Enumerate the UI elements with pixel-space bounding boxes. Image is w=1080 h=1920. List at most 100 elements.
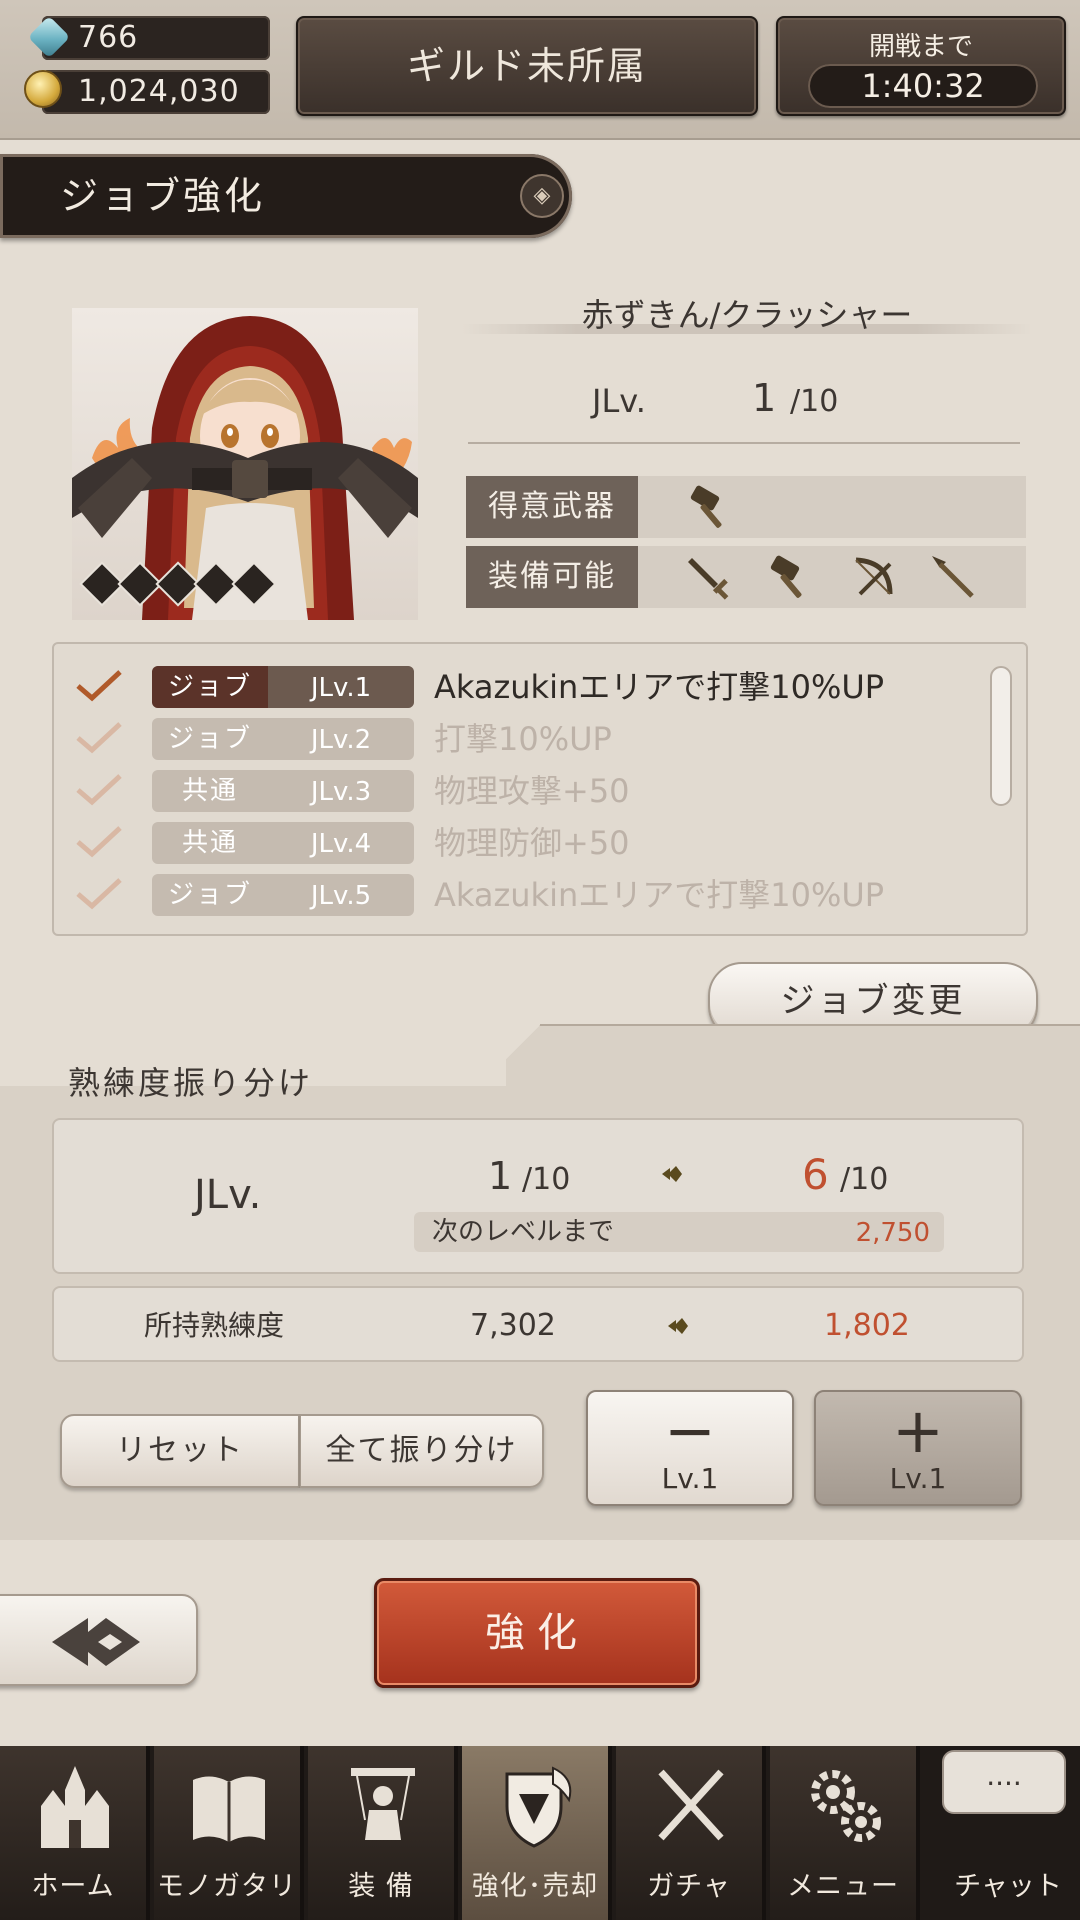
skill-text: Akazukinエリアで打撃10%UP	[434, 668, 885, 706]
skill-row: ジョブ JLv.2 打撃10%UP	[74, 716, 974, 762]
check-icon	[76, 670, 122, 702]
plus-level-label: Lv.1	[889, 1462, 947, 1495]
nav-label: 装 備	[348, 1871, 414, 1902]
equippable-tag: 装備可能	[466, 546, 638, 608]
arrow-right-icon	[668, 1318, 688, 1334]
section-header: ジョブ強化 ◈	[0, 154, 572, 238]
equippable-weapon-row: 装備可能	[466, 546, 1026, 608]
crossed-swords-icon	[658, 1769, 724, 1841]
check-icon	[76, 774, 122, 806]
allot-all-button[interactable]: 全て振り分け	[300, 1414, 544, 1488]
nav-label: 強化･売却	[471, 1871, 599, 1902]
minus-icon: −	[664, 1394, 716, 1467]
proficiency-box: 所持熟練度 7,302 1,802	[52, 1286, 1024, 1362]
skill-list-scrollbar[interactable]	[990, 666, 1012, 806]
jlv-allocation-box: JLv. 1 /10 6 /10 次のレベルまで 2,750	[52, 1118, 1024, 1274]
skill-level: JLv.5	[310, 881, 372, 911]
allocation-title: 熟練度振り分け	[68, 1064, 314, 1102]
jlv-max: /10	[790, 384, 839, 419]
target-level-max: /10	[840, 1162, 889, 1197]
skill-tag: ジョブ JLv.5	[152, 874, 414, 916]
nav-gacha[interactable]: ガチャ	[616, 1746, 766, 1920]
check-icon	[76, 878, 122, 910]
rank-diamond-icon	[120, 564, 160, 604]
skill-type: ジョブ	[167, 724, 252, 754]
nav-label: メニュー	[787, 1871, 899, 1902]
skill-type: 共通	[181, 828, 238, 858]
reset-button[interactable]: リセット	[60, 1414, 300, 1488]
check-icon	[76, 722, 122, 754]
nav-menu[interactable]: メニュー	[770, 1746, 920, 1920]
job-change-label: ジョブ変更	[780, 981, 966, 1021]
rank-diamond-icon	[196, 564, 236, 604]
nav-home[interactable]: ホーム	[0, 1746, 150, 1920]
favored-weapon-row: 得意武器	[466, 476, 1026, 538]
skill-text: 打撃10%UP	[434, 720, 612, 758]
chat-bubble-icon: ....	[942, 1750, 1066, 1814]
skill-tag: 共通 JLv.3	[152, 770, 414, 812]
plus-icon: +	[892, 1394, 944, 1467]
header-ornament-icon: ◈	[520, 174, 564, 218]
skill-level: JLv.1	[268, 666, 414, 708]
nav-equipment[interactable]: 装 備	[308, 1746, 458, 1920]
nav-label: モノガタリ	[157, 1871, 297, 1902]
skill-text: Akazukinエリアで打撃10%UP	[434, 876, 885, 914]
plus-level-button[interactable]: + Lv.1	[814, 1390, 1022, 1506]
arrow-right-icon	[662, 1166, 682, 1182]
next-level-bar: 次のレベルまで 2,750	[414, 1212, 944, 1252]
allocation-tab-corner	[480, 1024, 540, 1086]
bottom-nav: ホーム モノガタリ 装 備 強化･売却 ガチャ メニュー .... チャット	[0, 1746, 1080, 1920]
proficiency-label: 所持熟練度	[144, 1309, 285, 1342]
proficiency-after: 1,802	[824, 1308, 910, 1343]
favored-weapon-tag: 得意武器	[466, 476, 638, 538]
current-level: 1	[488, 1154, 513, 1198]
nav-story[interactable]: モノガタリ	[154, 1746, 304, 1920]
skill-row: ジョブ JLv.1 Akazukinエリアで打撃10%UP	[74, 664, 974, 710]
back-arrow-icon	[52, 1618, 140, 1666]
skill-tag: ジョブ JLv.1	[152, 666, 414, 708]
skill-tag: ジョブ JLv.2	[152, 718, 414, 760]
coin-count: 1,024,030	[78, 74, 240, 109]
character-name: 赤ずきん/クラッシャー	[462, 290, 1032, 334]
timer-label: 開戦まで	[868, 32, 973, 62]
puppet-icon	[351, 1768, 415, 1840]
skill-level: JLv.4	[310, 829, 372, 859]
shield-icon	[505, 1766, 572, 1848]
timer-value: 1:40:32	[808, 64, 1038, 108]
gem-icon	[27, 15, 71, 59]
current-level-max: /10	[522, 1162, 571, 1197]
check-icon	[76, 826, 122, 858]
gem-counter: 766	[42, 16, 270, 60]
bow-icon	[855, 557, 893, 596]
skill-row: 共通 JLv.3 物理攻撃+50	[74, 768, 974, 814]
skill-text: 物理防御+50	[434, 824, 630, 862]
skill-row: 共通 JLv.4 物理防御+50	[74, 820, 974, 866]
skill-text: 物理攻撃+50	[434, 772, 630, 810]
nav-enhance[interactable]: 強化･売却	[462, 1746, 612, 1920]
nav-label: ガチャ	[647, 1871, 731, 1902]
sword-icon	[688, 558, 729, 600]
minus-level-button[interactable]: − Lv.1	[586, 1390, 794, 1506]
jlv-current: 1	[752, 376, 777, 420]
battle-timer[interactable]: 開戦まで 1:40:32	[776, 16, 1066, 116]
skill-level: JLv.2	[310, 725, 372, 755]
nav-label: ホーム	[31, 1871, 115, 1902]
nav-label: チャット	[954, 1871, 1062, 1902]
rank-diamond-icon	[82, 564, 122, 604]
hammer-icon	[690, 485, 722, 528]
back-button[interactable]	[0, 1594, 198, 1686]
target-level: 6	[802, 1150, 829, 1199]
allot-all-label: 全て振り分け	[325, 1433, 518, 1468]
skill-row: ジョブ JLv.5 Akazukinエリアで打撃10%UP	[74, 872, 974, 918]
guild-label: ギルド未所属	[406, 44, 647, 88]
coin-icon	[24, 70, 62, 108]
hammer-icon	[770, 555, 802, 598]
guild-button[interactable]: ギルド未所属	[296, 16, 758, 116]
enhance-button[interactable]: 強化	[374, 1578, 700, 1688]
proficiency-current: 7,302	[470, 1308, 556, 1343]
skill-list[interactable]: ジョブ JLv.1 Akazukinエリアで打撃10%UP ジョブ JLv.2 …	[52, 642, 1028, 936]
nav-chat[interactable]: .... チャット	[936, 1746, 1080, 1920]
skill-tag: 共通 JLv.4	[152, 822, 414, 864]
spear-icon	[932, 556, 974, 598]
top-bar: 766 1,024,030 ギルド未所属 開戦まで 1:40:32	[0, 0, 1080, 140]
